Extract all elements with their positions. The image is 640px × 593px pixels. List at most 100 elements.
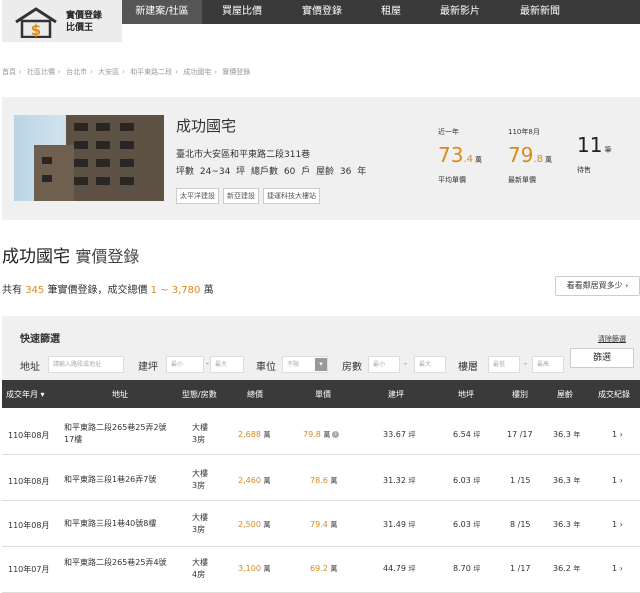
address-input[interactable]: 請輸入路段或地址: [48, 356, 124, 373]
header-age[interactable]: 屋齡: [557, 389, 573, 400]
row-floor: 1 /17: [510, 564, 531, 573]
row-floor: 8 /15: [510, 520, 531, 529]
breadcrumb-city[interactable]: 台北市: [66, 68, 87, 76]
row-records-link[interactable]: 1 ›: [612, 564, 623, 573]
area-min-input[interactable]: 最小: [166, 356, 204, 373]
row-total: 2,500 萬: [238, 520, 271, 529]
row-date: 110年08月: [8, 431, 50, 440]
row-address: 和平東路三段1巷26弄7號: [64, 475, 157, 484]
row-floor: 17 /17: [507, 430, 533, 439]
breadcrumb-district[interactable]: 大安區: [98, 68, 119, 76]
row-type: 大樓 4房: [192, 558, 208, 579]
header-records: 成交紀錄: [598, 390, 630, 399]
tag-developer[interactable]: 太平洋建設: [176, 188, 219, 204]
row-date: 110年08月: [8, 477, 50, 486]
row-unit-price: 79.8 萬i: [303, 430, 340, 440]
row-unit-price: 78.6 萬: [310, 476, 338, 485]
table-row[interactable]: 110年08月 和平東路三段1巷26弄7號 大樓 3房 2,460 萬 78.6 …: [2, 456, 640, 501]
row-type: 大樓 3房: [192, 423, 208, 444]
row-floor: 1 /15: [510, 476, 531, 485]
row-area: 31.32 坪: [383, 476, 416, 485]
parking-select[interactable]: 不限 ▾: [282, 356, 328, 373]
header-address: 地址: [112, 390, 128, 399]
main-navbar: 新建案/社區 買屋比價 實價登錄 租屋 最新影片 最新新聞: [122, 0, 640, 24]
top-nav: $ 實價登錄 比價王 新建案/社區 買屋比價 實價登錄 租屋 最新影片 最新新聞: [0, 0, 640, 42]
floor-min-input[interactable]: 最低: [488, 356, 520, 373]
nav-news[interactable]: 最新新聞: [500, 0, 580, 24]
filter-button[interactable]: 篩選: [570, 348, 634, 368]
breadcrumb: 首頁 › 社區比價 › 台北市 › 大安區 › 和平東路二段 › 成功國宅 › 實價登錄: [2, 68, 251, 76]
nav-actual-price[interactable]: 實價登錄: [282, 0, 362, 24]
table-row[interactable]: 110年07月 和平東路二段265巷25弄4號 大樓 4房 3,100 萬 69.…: [2, 548, 640, 593]
floor-label: 樓層: [458, 362, 478, 373]
breadcrumb-building[interactable]: 成功國宅: [183, 68, 211, 76]
clear-filter-link[interactable]: 清除篩選: [598, 334, 626, 344]
nav-videos[interactable]: 最新影片: [420, 0, 500, 24]
row-type: 大樓 3房: [192, 469, 208, 490]
info-icon[interactable]: i: [332, 431, 340, 438]
stat-for-sale[interactable]: 11 筆 待售: [577, 127, 611, 175]
table-header: 成交年月 ▾ 地址 型態/房數 總價 單價 建坪 地坪 樓別 屋齡 成交紀錄: [2, 380, 640, 408]
stat-average-price: 近一年 73.4 萬 平均單價: [438, 128, 482, 184]
header-total[interactable]: 總價: [247, 389, 263, 400]
row-land: 8.70 坪: [453, 564, 481, 573]
row-age: 36.3 年: [553, 520, 581, 529]
row-land: 6.03 坪: [453, 520, 481, 529]
address-label: 地址: [20, 362, 40, 373]
row-land: 6.54 坪: [453, 430, 481, 439]
header-type: 型態/房數: [182, 390, 217, 399]
building-address: 臺北市大安區和平東路二段311巷: [176, 150, 311, 160]
building-meta: 坪數 24~34 坪 總戶數 60 戶 屋齡 36 年: [176, 167, 367, 177]
row-age: 36.3 年: [553, 430, 581, 439]
building-photo[interactable]: [14, 115, 164, 201]
building-info-panel: 成功國宅 臺北市大安區和平東路二段311巷 坪數 24~34 坪 總戶數 60 …: [2, 97, 640, 220]
filter-title: 快速篩選: [20, 334, 60, 345]
row-records-link[interactable]: 1 ›: [612, 476, 623, 485]
area-max-input[interactable]: 最大: [210, 356, 244, 373]
parking-label: 車位: [256, 362, 276, 373]
logo-text: 實價登錄 比價王: [66, 11, 103, 33]
breadcrumb-home[interactable]: 首頁: [2, 68, 16, 76]
row-type: 大樓 3房: [192, 513, 208, 534]
row-unit-price: 69.2 萬: [310, 564, 338, 573]
rooms-min-input[interactable]: 最小: [368, 356, 400, 373]
table-row[interactable]: 110年08月 和平東路三段1巷40號8樓 大樓 3房 2,500 萬 79.4 …: [2, 502, 640, 547]
transaction-summary: 共有 345 筆實價登錄，成交總價 1 ~ 3,780 萬: [2, 285, 214, 296]
building-tags: 太平洋建設 新亞建設 捷運科技大樓站: [176, 188, 320, 204]
breadcrumb-current: 實價登錄: [222, 68, 251, 76]
rooms-max-input[interactable]: 最大: [414, 356, 446, 373]
breadcrumb-community[interactable]: 社區比價: [27, 68, 55, 76]
row-address: 和平東路三段1巷40號8樓: [64, 519, 157, 528]
table-row[interactable]: 110年08月 和平東路二段265巷25弄2號17樓 大樓 3房 2,688 萬 …: [2, 410, 640, 455]
row-address: 和平東路二段265巷25弄4號: [64, 558, 167, 567]
header-date[interactable]: 成交年月 ▾: [6, 389, 45, 400]
floor-max-input[interactable]: 最高: [532, 356, 564, 373]
stat-latest-price: 110年8月 79.8 萬 最新單價: [508, 128, 552, 184]
area-label: 建坪: [138, 362, 158, 373]
row-area: 33.67 坪: [383, 430, 416, 439]
row-area: 44.79 坪: [383, 564, 416, 573]
page-title: 成功國宅 實價登錄: [2, 247, 140, 267]
site-logo[interactable]: $ 實價登錄 比價王: [2, 0, 122, 42]
row-unit-price: 79.4 萬: [310, 520, 338, 529]
nav-rent[interactable]: 租屋: [362, 0, 420, 24]
row-total: 2,460 萬: [238, 476, 271, 485]
tag-constructor[interactable]: 新亞建設: [223, 188, 259, 204]
quick-filter-panel: 快速篩選 清除篩選 篩選 地址 請輸入路段或地址 建坪 最小 - 最大 車位 不…: [2, 316, 640, 380]
row-address: 和平東路二段265巷25弄2號17樓: [64, 423, 167, 444]
header-area[interactable]: 建坪: [388, 389, 404, 400]
breadcrumb-road[interactable]: 和平東路二段: [130, 68, 172, 76]
row-records-link[interactable]: 1 ›: [612, 430, 623, 439]
header-unit-price[interactable]: 單價: [315, 389, 331, 400]
svg-text:$: $: [31, 21, 41, 38]
house-dollar-icon: $: [15, 7, 57, 38]
row-date: 110年08月: [8, 521, 50, 530]
tag-mrt-station[interactable]: 捷運科技大樓站: [263, 188, 320, 204]
nearby-prices-button[interactable]: 看看鄰居買多少 ›: [555, 276, 640, 296]
row-records-link[interactable]: 1 ›: [612, 520, 623, 529]
nav-buy-compare[interactable]: 買屋比價: [202, 0, 282, 24]
building-name: 成功國宅: [176, 117, 237, 135]
row-age: 36.2 年: [553, 564, 581, 573]
header-land[interactable]: 地坪: [458, 389, 474, 400]
nav-new-projects[interactable]: 新建案/社區: [122, 0, 202, 24]
